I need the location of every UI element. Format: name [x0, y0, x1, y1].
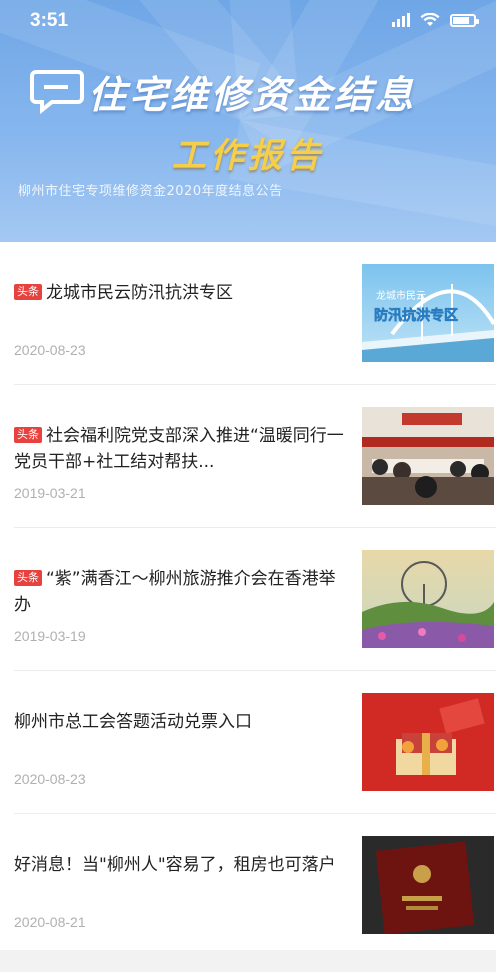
battery-icon: [450, 13, 479, 27]
news-item[interactable]: 头条 龙城市民云防汛抗洪专区 2020-08-23 龙城市民云 防汛抗洪专区: [0, 242, 496, 384]
news-title: 头条 龙城市民云防汛抗洪专区: [14, 280, 344, 306]
news-date: 2019-03-19: [14, 628, 86, 644]
headline-badge: 头条: [14, 427, 42, 443]
chat-bubble-icon: [30, 70, 84, 114]
wifi-icon: [420, 13, 440, 26]
news-title-text: 社会福利院党支部深入推进“温暖同行一 党员干部+社工结对帮扶...: [14, 426, 344, 472]
news-title-text: “紫”满香江～柳州旅游推介会在香港举办: [14, 569, 336, 615]
news-date: 2019-03-21: [14, 485, 86, 501]
headline-badge: 头条: [14, 570, 42, 586]
news-title: 头条 “紫”满香江～柳州旅游推介会在香港举办: [14, 566, 344, 618]
bottom-bar: [0, 950, 496, 972]
news-date: 2020-08-23: [14, 342, 86, 358]
headline-badge: 头条: [14, 284, 42, 300]
banner-caption: 柳州市住宅专项维修资金2020年度结息公告: [18, 184, 283, 199]
news-item[interactable]: 柳州市总工会答题活动兑票入口 2020-08-23: [0, 671, 496, 813]
news-date: 2020-08-21: [14, 914, 86, 930]
news-item[interactable]: 头条 社会福利院党支部深入推进“温暖同行一 党员干部+社工结对帮扶... 2019…: [0, 385, 496, 527]
news-title-text: 好消息！当"柳州人"容易了，租房也可落户: [14, 855, 336, 875]
news-title: 好消息！当"柳州人"容易了，租房也可落户: [14, 852, 344, 878]
status-bar: 3:51: [0, 0, 496, 44]
status-indicators: [392, 13, 479, 27]
news-item[interactable]: 好消息！当"柳州人"容易了，租房也可落户 2020-08-21: [0, 814, 496, 956]
news-date: 2020-08-23: [14, 771, 86, 787]
thumb-small-text: 龙城市民云: [376, 289, 426, 302]
news-thumbnail: [362, 693, 494, 791]
news-thumbnail: [362, 407, 494, 505]
status-time: 3:51: [30, 10, 69, 31]
banner[interactable]: 3:51 住宅维修资金结息 工作报告 柳州市住宅专项维修资金2020年度结息公告: [0, 0, 496, 242]
signal-icon: [392, 13, 410, 27]
news-title: 头条 社会福利院党支部深入推进“温暖同行一 党员干部+社工结对帮扶...: [14, 423, 344, 475]
banner-title: 住宅维修资金结息: [88, 73, 417, 117]
news-title-text: 龙城市民云防汛抗洪专区: [46, 283, 233, 303]
news-thumbnail: [362, 836, 494, 934]
thumb-main-text: 防汛抗洪专区: [374, 307, 458, 324]
news-item[interactable]: 头条 “紫”满香江～柳州旅游推介会在香港举办 2019-03-19: [0, 528, 496, 670]
news-title-text: 柳州市总工会答题活动兑票入口: [14, 712, 252, 732]
banner-subtitle: 工作报告: [172, 136, 324, 176]
news-title: 柳州市总工会答题活动兑票入口: [14, 709, 344, 735]
news-thumbnail: 龙城市民云 防汛抗洪专区: [362, 264, 494, 362]
news-thumbnail: [362, 550, 494, 648]
